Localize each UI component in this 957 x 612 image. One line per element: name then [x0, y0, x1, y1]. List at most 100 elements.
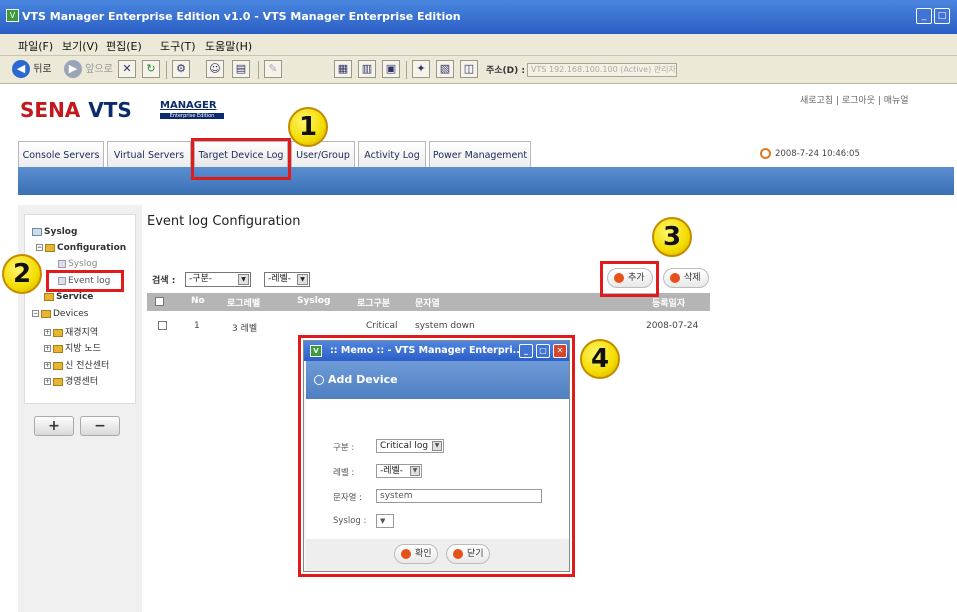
- address-select[interactable]: VTS 192.168.100.100 (Active) 관리자: [527, 63, 677, 77]
- col-syslog: Syslog: [297, 296, 331, 306]
- menu-view[interactable]: 보기(V): [62, 38, 98, 54]
- tab-activity-log[interactable]: Activity Log: [358, 141, 426, 168]
- collapse-icon: −: [36, 244, 43, 251]
- highlight-box-4: [298, 335, 575, 577]
- callout-4: 4: [580, 339, 620, 379]
- print-button[interactable]: ▤: [232, 60, 250, 80]
- tree-configuration[interactable]: − Configuration: [36, 243, 126, 253]
- stop-button[interactable]: ✕: [118, 60, 136, 80]
- tab-virtual-servers[interactable]: Virtual Servers: [107, 141, 191, 168]
- tab-power-management[interactable]: Power Management: [429, 141, 531, 168]
- edit-icon: ✎: [264, 60, 282, 78]
- folder-icon: [44, 292, 54, 301]
- maximize-button[interactable]: □: [934, 8, 950, 24]
- tree-devices[interactable]: − Devices: [32, 309, 88, 319]
- refresh-button[interactable]: ↻: [142, 60, 160, 80]
- tree-service[interactable]: Service: [44, 292, 93, 302]
- address-label: 주소(D) :: [486, 66, 525, 76]
- select-all-checkbox[interactable]: [155, 297, 164, 306]
- forward-button[interactable]: ▶ 앞으로: [64, 60, 113, 80]
- cell-no: 1: [194, 321, 200, 331]
- highlight-box-3: [600, 261, 659, 297]
- dropdown-arrow-icon: ▼: [238, 274, 249, 285]
- window-title-bar: V VTS Manager Enterprise Edition v1.0 - …: [0, 0, 957, 34]
- add-node-button[interactable]: +: [34, 416, 74, 436]
- folder-icon: [41, 309, 51, 318]
- cell-string: system down: [415, 321, 475, 331]
- tree-device-group[interactable]: + 경영센터: [44, 374, 98, 387]
- menu-help[interactable]: 도움말(H): [205, 38, 252, 54]
- tree-device-group[interactable]: + 신 전산센터: [44, 358, 109, 371]
- menu-edit[interactable]: 편집(E): [106, 38, 142, 54]
- logo-sena: SENA: [20, 98, 81, 122]
- layout-icon: ▥: [358, 60, 376, 78]
- logo: SENA VTS: [20, 98, 132, 122]
- folder-icon: [53, 361, 63, 370]
- tree-device-group[interactable]: + 지방 노드: [44, 341, 101, 354]
- collapse-icon: −: [32, 310, 39, 317]
- back-button[interactable]: ◀ 뒤로: [12, 60, 52, 80]
- layout-button-1[interactable]: ▦: [334, 60, 352, 80]
- tab-console-servers[interactable]: Console Servers: [18, 141, 104, 168]
- remove-node-button[interactable]: −: [80, 416, 120, 436]
- col-string: 문자열: [415, 299, 440, 309]
- cell-level: 3 레벨: [232, 324, 258, 334]
- logo-vts: VTS: [88, 98, 132, 122]
- page-title: Event log Configuration: [147, 214, 301, 229]
- clock-icon: [760, 148, 771, 159]
- highlight-box-1: [191, 138, 291, 180]
- connect-icon: ⚙: [172, 60, 190, 78]
- toolbar-separator: [406, 61, 407, 79]
- tool-button-3[interactable]: ◫: [460, 60, 478, 80]
- refresh-icon: ↻: [142, 60, 160, 78]
- level-filter-select[interactable]: -레벨- ▼: [264, 272, 310, 287]
- folder-icon: [45, 243, 55, 252]
- doc-icon: [32, 227, 42, 236]
- logo-manager: MANAGER: [160, 100, 217, 111]
- datetime: 2008-7-24 10:46:05: [760, 148, 860, 159]
- menu-bar: 파일(F) 보기(V) 편집(E) 도구(T) 도움말(H): [0, 34, 957, 56]
- app-icon: V: [6, 9, 19, 22]
- forward-arrow-icon: ▶: [64, 60, 82, 78]
- type-filter-select[interactable]: -구분- ▼: [185, 272, 251, 287]
- row-checkbox[interactable]: [158, 321, 167, 330]
- settings-icon: ◫: [460, 60, 478, 78]
- tool-button-2[interactable]: ▧: [436, 60, 454, 80]
- tree-device-group[interactable]: + 재경지역: [44, 325, 98, 338]
- col-date: 등록일자: [652, 299, 686, 309]
- user-icon: ☺: [206, 60, 224, 78]
- toolbar-separator: [166, 61, 167, 79]
- highlight-box-2: [46, 270, 124, 292]
- tree-syslog-child[interactable]: Syslog: [58, 259, 97, 269]
- layout-button-2[interactable]: ▥: [358, 60, 376, 80]
- edit-button[interactable]: ✎: [264, 60, 282, 80]
- stop-icon: ✕: [118, 60, 136, 78]
- logo-edition: Enterprise Edition: [160, 113, 224, 119]
- callout-2: 2: [2, 254, 42, 294]
- expand-icon: +: [44, 345, 51, 352]
- folder-icon: [53, 344, 63, 353]
- menu-tools[interactable]: 도구(T): [160, 38, 196, 54]
- user-button[interactable]: ☺: [206, 60, 224, 80]
- delete-button[interactable]: 삭제: [663, 268, 709, 288]
- chart-icon: ▧: [436, 60, 454, 78]
- minimize-button[interactable]: _: [916, 8, 932, 24]
- expand-icon: +: [44, 329, 51, 336]
- col-no: No: [191, 296, 205, 306]
- tool-button-1[interactable]: ✦: [412, 60, 430, 80]
- cell-date: 2008-07-24: [646, 321, 699, 331]
- cell-type: Critical: [366, 321, 398, 331]
- top-links[interactable]: 새로고침 | 로그아웃 | 매뉴얼: [800, 93, 909, 106]
- folder-icon: [53, 377, 63, 386]
- delete-icon: [670, 272, 680, 283]
- expand-icon: +: [44, 378, 51, 385]
- tree-syslog[interactable]: Syslog: [32, 227, 77, 237]
- callout-3: 3: [652, 217, 692, 257]
- nav-bar: [18, 167, 954, 195]
- menu-file[interactable]: 파일(F): [18, 38, 53, 54]
- connect-button[interactable]: ⚙: [172, 60, 190, 80]
- col-level: 로그레벨: [227, 299, 261, 309]
- layout-icon: ▣: [382, 60, 400, 78]
- back-arrow-icon: ◀: [12, 60, 30, 78]
- layout-button-3[interactable]: ▣: [382, 60, 400, 80]
